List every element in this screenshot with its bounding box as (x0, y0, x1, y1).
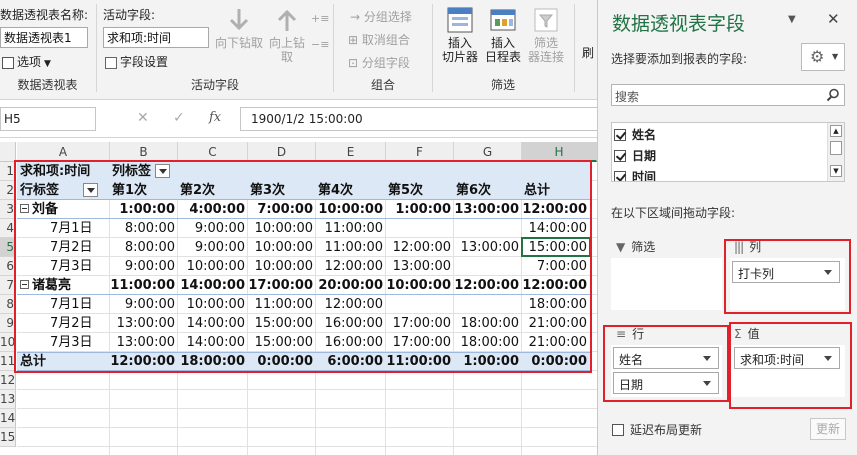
filter-icon: ▼ (616, 240, 626, 254)
pivot-name-label: 数据透视表名称: (0, 8, 89, 22)
active-field-input[interactable] (103, 27, 209, 48)
field-checkbox[interactable] (614, 149, 626, 162)
pivot-fields-pane: 数据透视表字段 ▼ ✕ 选择要添加到报表的字段: ⚙ ▼ 搜索 姓名日期时间 ▲… (597, 0, 857, 455)
field-settings-button[interactable]: 字段设置 (105, 53, 168, 70)
tools-button[interactable]: ⚙ ▼ (801, 43, 845, 71)
column-header[interactable]: D (248, 142, 316, 162)
ribbon: 数据透视表名称: 选项▼ 数据透视表 活动字段: 字段设置 向下钻取 向上钻取 … (0, 0, 597, 100)
options-icon (2, 56, 14, 69)
scroll-thumb[interactable] (830, 141, 842, 155)
group-divider (432, 4, 433, 92)
scroll-up-icon[interactable]: ▲ (830, 125, 842, 137)
field-list-scrollbar[interactable]: ▲ ▼ (827, 123, 844, 181)
worksheet-grid[interactable]: ABCDEFGH 1 2 3 4 5 6 7 8 9 10 11 12 13 14 15 求和项:时间 列标签… (0, 138, 597, 455)
column-header[interactable]: A (17, 142, 110, 162)
chevron-down-icon: ▼ (832, 52, 839, 61)
row-header[interactable]: 14 (0, 409, 16, 428)
group-selection-icon: → (350, 10, 364, 24)
options-button[interactable]: 选项 ▼ (2, 53, 51, 70)
arrow-down-icon (229, 9, 249, 31)
update-button[interactable]: 更新 (810, 418, 846, 440)
close-icon[interactable]: ✕ (827, 10, 840, 28)
field-checkbox[interactable] (614, 128, 626, 141)
defer-checkbox-box[interactable] (612, 423, 624, 436)
timeline-icon (490, 9, 516, 31)
chevron-down-icon: ▼ (44, 59, 51, 69)
group-divider (574, 4, 575, 92)
choose-fields-label: 选择要添加到报表的字段: (611, 52, 748, 66)
ungroup-icon: ⊞ (348, 33, 362, 47)
group-divider (96, 4, 97, 92)
row-header[interactable]: 12 (0, 371, 16, 390)
filter-connections-button[interactable]: 筛选 器连接 (525, 6, 567, 64)
gridline (17, 408, 597, 409)
field-item[interactable]: 时间 (614, 168, 656, 181)
search-input[interactable]: 搜索 (611, 84, 845, 106)
pivot-name-input[interactable] (0, 27, 88, 48)
field-list[interactable]: 姓名日期时间 ▲ ▼ (611, 122, 845, 182)
name-box[interactable]: H5 (0, 107, 96, 131)
group-label-group: 组合 (370, 78, 395, 92)
values-highlight (729, 322, 852, 409)
slicer-icon (447, 7, 473, 33)
columns-highlight (724, 239, 851, 314)
column-header[interactable]: F (386, 142, 454, 162)
formula-bar: H5 ✕ ✓ fx 1900/1/2 15:00:00 (0, 100, 597, 138)
row-header[interactable]: 13 (0, 390, 16, 409)
pane-title: 数据透视表字段 (612, 13, 746, 35)
refresh-button-truncated[interactable]: 刷 (582, 44, 594, 61)
column-header[interactable]: H (522, 142, 597, 162)
column-header[interactable]: G (454, 142, 522, 162)
column-header[interactable]: E (316, 142, 386, 162)
rows-highlight (603, 325, 729, 402)
active-field-label: 活动字段: (103, 8, 156, 22)
collapse-field-icon[interactable]: −≡ (311, 38, 329, 51)
pivot-highlight (14, 160, 592, 373)
formula-input[interactable]: 1900/1/2 15:00:00 (240, 107, 597, 131)
formula-buttons: ✕ ✓ fx (131, 107, 233, 131)
insert-slicer-button[interactable]: 插入 切片器 (438, 6, 482, 64)
select-all-corner[interactable] (0, 142, 16, 162)
defer-update-checkbox[interactable]: 延迟布局更新 (612, 421, 702, 438)
column-header[interactable]: C (178, 142, 248, 162)
group-field-icon: ⊡ (348, 56, 362, 70)
group-label-active: 活动字段 (190, 78, 239, 92)
group-selection-button[interactable]: → 分组选择 (350, 8, 412, 25)
enter-icon[interactable]: ✓ (173, 110, 185, 126)
drag-fields-label: 在以下区域间拖动字段: (611, 206, 736, 220)
search-icon (826, 88, 839, 102)
gridline (17, 446, 597, 447)
arrow-up-icon (277, 9, 297, 31)
filters-zone-header: ▼ 筛选 (616, 240, 656, 254)
field-settings-icon (105, 56, 117, 69)
gridline (17, 427, 597, 428)
gridline (17, 389, 597, 390)
field-item[interactable]: 姓名 (614, 126, 656, 144)
expand-field-icon[interactable]: +≡ (311, 12, 329, 25)
pane-options-icon[interactable]: ▼ (788, 14, 796, 25)
fx-icon[interactable]: fx (209, 110, 221, 125)
cancel-icon[interactable]: ✕ (137, 110, 149, 126)
insert-timeline-button[interactable]: 插入 日程表 (482, 6, 524, 64)
gear-icon: ⚙ (810, 47, 825, 66)
group-field-button[interactable]: ⊡ 分组字段 (348, 54, 410, 71)
scroll-down-icon[interactable]: ▼ (830, 165, 842, 177)
row-header[interactable]: 15 (0, 428, 16, 447)
filter-connections-icon (534, 8, 558, 32)
column-header[interactable]: B (110, 142, 178, 162)
field-checkbox[interactable] (614, 170, 626, 181)
group-label-filter: 筛选 (490, 78, 515, 92)
drill-down-button[interactable]: 向下钻取 (213, 6, 265, 50)
drill-up-button[interactable]: 向上钻取 (265, 6, 309, 64)
filters-zone[interactable] (611, 258, 722, 310)
ungroup-button[interactable]: ⊞ 取消组合 (348, 31, 410, 48)
field-item[interactable]: 日期 (614, 147, 656, 165)
group-label-pivot: 数据透视表 (17, 78, 78, 92)
